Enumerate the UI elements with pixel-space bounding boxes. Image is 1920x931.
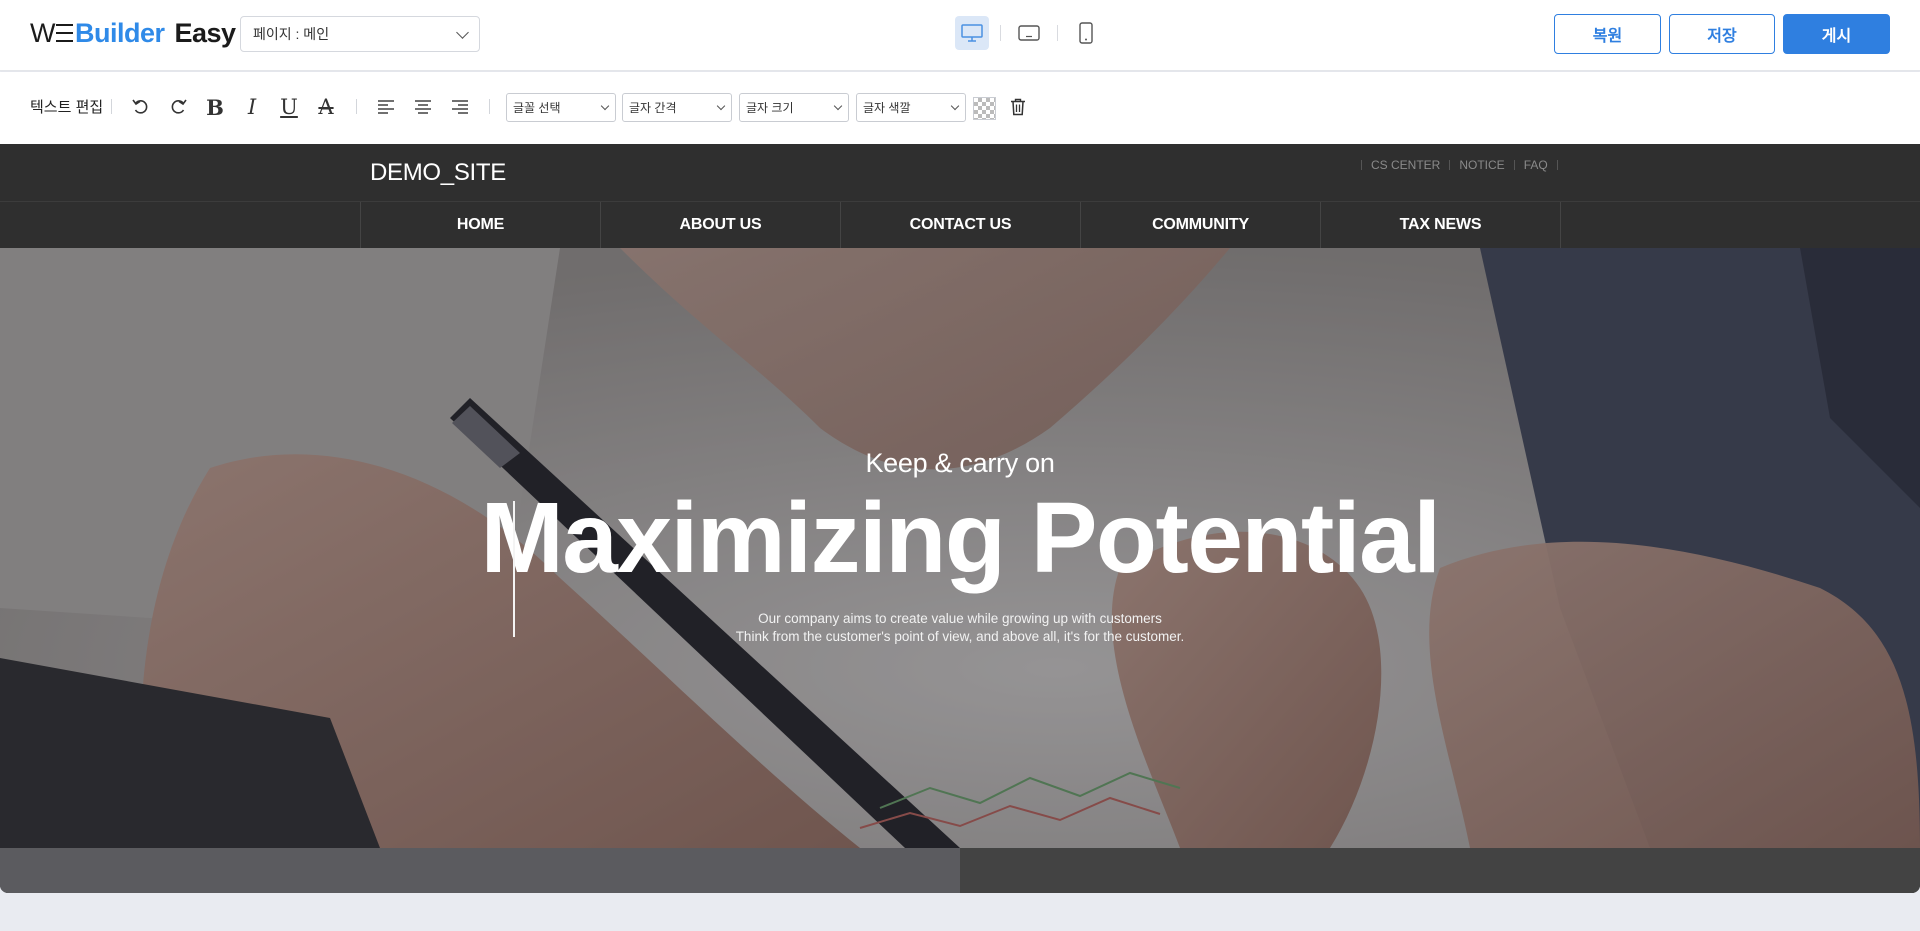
restore-button[interactable]: 복원 [1554, 14, 1661, 54]
site-header: DEMO_SITE CS CENTER NOTICE FAQ [0, 144, 1920, 202]
hero-section: Keep & carry on Maximizing Potential Our… [0, 248, 1920, 848]
site-main-nav: HOME ABOUT US CONTACT US COMMUNITY TAX N… [0, 202, 1920, 248]
site-logo[interactable]: DEMO_SITE [370, 159, 506, 187]
util-link-cs-center[interactable]: CS CENTER [1371, 158, 1440, 172]
util-link-notice[interactable]: NOTICE [1459, 158, 1504, 172]
logo-suffix: Easy [174, 18, 237, 48]
toolbar-divider [356, 99, 357, 114]
letter-spacing-select[interactable]: 글자 간격 [622, 93, 732, 122]
font-color-select-value: 글자 색깔 [863, 101, 911, 115]
tablet-icon [1018, 25, 1040, 41]
letter-spacing-select-value: 글자 간격 [629, 101, 677, 115]
desktop-view-button[interactable] [955, 16, 989, 50]
undo-icon [132, 99, 148, 114]
nav-item-contact-us[interactable]: CONTACT US [841, 202, 1081, 248]
save-button[interactable]: 저장 [1669, 14, 1775, 54]
delete-button[interactable] [1005, 94, 1031, 120]
chevron-down-icon [456, 26, 469, 39]
strikethrough-icon: A [318, 94, 334, 119]
editor-top-bar: W Builder Easy 페이지 : 메인 복원 저장 게시 [0, 0, 1920, 71]
toolbar-title: 텍스트 편집 [30, 99, 104, 116]
device-divider [1000, 25, 1001, 41]
toolbar-divider [111, 99, 112, 114]
redo-button[interactable] [165, 94, 191, 120]
publish-button[interactable]: 게시 [1783, 14, 1890, 54]
chevron-down-icon [716, 101, 726, 111]
bold-button[interactable]: B [202, 94, 228, 120]
transparent-color-icon[interactable] [973, 97, 996, 120]
underline-icon: U [280, 94, 298, 119]
toolbar-divider [489, 99, 490, 114]
font-select-value: 글꼴 선택 [513, 101, 561, 115]
hero-desc-line-2: Think from the customer's point of view,… [735, 629, 1185, 644]
device-switcher [955, 16, 1114, 50]
align-left-button[interactable] [373, 94, 399, 120]
utility-links: CS CENTER NOTICE FAQ [1352, 158, 1567, 172]
logo-brand: Builder [74, 18, 165, 48]
nav-item-home[interactable]: HOME [361, 202, 601, 248]
italic-button[interactable]: I [239, 94, 265, 120]
trash-icon [1011, 98, 1025, 116]
section-strip-left [0, 848, 960, 893]
font-select[interactable]: 글꼴 선택 [506, 93, 616, 122]
redo-icon [171, 99, 187, 114]
nav-item-community[interactable]: COMMUNITY [1081, 202, 1321, 248]
mobile-icon [1079, 22, 1093, 44]
text-edit-toolbar: 텍스트 편집 B I U A 글꼴 선택 글자 간격 글자 크기 글자 색깔 [0, 72, 1920, 144]
font-size-select-value: 글자 크기 [746, 101, 794, 115]
page-select-value: 페이지 : 메인 [253, 26, 330, 42]
italic-icon: I [247, 94, 257, 119]
logo-prefix: W [30, 18, 55, 48]
hero-desc-line-1: Our company aims to create value while g… [758, 611, 1162, 626]
tablet-view-button[interactable] [1012, 16, 1046, 50]
align-center-button[interactable] [410, 94, 436, 120]
hero-subtitle[interactable]: Keep & carry on [0, 448, 1920, 479]
util-divider [1449, 160, 1451, 170]
page-select[interactable]: 페이지 : 메인 [240, 16, 480, 52]
mobile-view-button[interactable] [1069, 16, 1103, 50]
font-size-select[interactable]: 글자 크기 [739, 93, 849, 122]
device-divider [1057, 25, 1058, 41]
strikethrough-button[interactable]: A [313, 94, 339, 120]
logo-e-mark [55, 24, 73, 43]
bold-icon: B [206, 94, 224, 120]
hero-description[interactable]: Our company aims to create value while g… [0, 610, 1920, 646]
site-preview-canvas: DEMO_SITE CS CENTER NOTICE FAQ HOME ABOU… [0, 144, 1920, 893]
underline-button[interactable]: U [276, 94, 302, 120]
align-right-icon [452, 100, 468, 114]
chevron-down-icon [600, 101, 610, 111]
util-divider [1513, 160, 1515, 170]
nav-item-about-us[interactable]: ABOUT US [601, 202, 841, 248]
util-divider [1556, 160, 1558, 170]
util-link-faq[interactable]: FAQ [1524, 158, 1548, 172]
nav-item-tax-news[interactable]: TAX NEWS [1321, 202, 1561, 248]
section-strip-right [960, 848, 1920, 893]
desktop-icon [961, 24, 983, 42]
align-right-button[interactable] [447, 94, 473, 120]
align-center-icon [415, 100, 431, 114]
undo-button[interactable] [128, 94, 154, 120]
align-left-icon [378, 100, 394, 114]
chevron-down-icon [950, 101, 960, 111]
nav-menu: HOME ABOUT US CONTACT US COMMUNITY TAX N… [360, 202, 1561, 248]
app-logo[interactable]: W Builder Easy [30, 18, 236, 49]
util-divider [1361, 160, 1362, 170]
chevron-down-icon [833, 101, 843, 111]
font-color-select[interactable]: 글자 색깔 [856, 93, 966, 122]
hero-title[interactable]: Maximizing Potential [0, 476, 1920, 601]
